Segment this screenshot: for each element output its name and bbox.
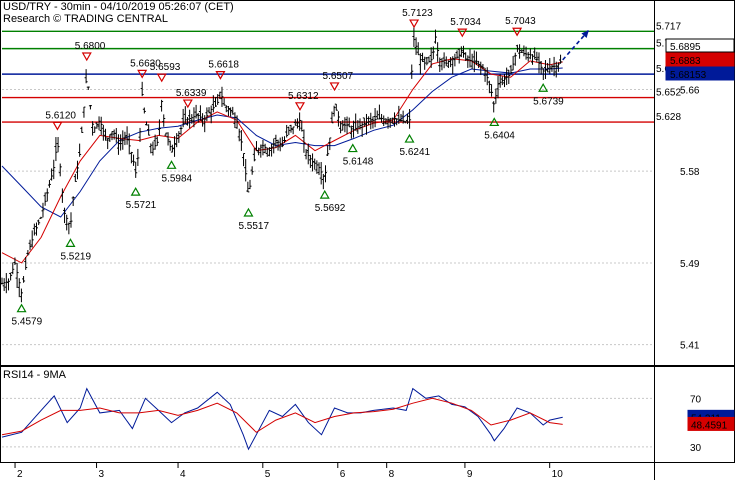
swing-high-label: 5.6593 bbox=[150, 62, 181, 73]
usdtry-chart: 5.7175.75.6755.6525.628 5.45795.61205.52… bbox=[0, 0, 735, 480]
price-tick-label: 5.41 bbox=[680, 341, 700, 352]
rsi-title: RSI14 - 9MA bbox=[3, 369, 67, 381]
swing-high-label: 5.6507 bbox=[323, 71, 354, 82]
swing-high-label: 5.7043 bbox=[505, 16, 536, 27]
swing-low-marker bbox=[166, 160, 177, 169]
swing-low-label: 5.5517 bbox=[238, 221, 269, 232]
x-tick-label: 6 bbox=[340, 469, 346, 480]
rsi-tick-label: 70 bbox=[690, 394, 702, 405]
swing-low-label: 5.5692 bbox=[315, 203, 346, 214]
swing-high-label: 5.6339 bbox=[176, 88, 207, 99]
swing-high-label: 5.6618 bbox=[208, 60, 239, 71]
swing-low-marker bbox=[16, 303, 27, 313]
swing-high-marker bbox=[409, 19, 420, 29]
swing-low-label: 5.5984 bbox=[162, 173, 193, 184]
swing-low-label: 5.5721 bbox=[126, 200, 157, 211]
price-tag-label: 5.68153 bbox=[670, 70, 707, 81]
swing-high-marker bbox=[81, 52, 92, 62]
swing-low-marker bbox=[130, 186, 141, 196]
swing-high-marker bbox=[329, 82, 340, 92]
x-tick-label: 4 bbox=[180, 469, 186, 480]
level-label: 5.652 bbox=[656, 88, 681, 99]
price-tick-label: 5.49 bbox=[680, 259, 700, 270]
swing-high-label: 5.6800 bbox=[75, 41, 106, 52]
level-label: 5.628 bbox=[656, 112, 681, 123]
swing-high-marker bbox=[294, 102, 305, 112]
price-tag-label: 5.6895 bbox=[670, 42, 701, 53]
x-tick-label: 2 bbox=[17, 469, 23, 480]
swing-low-label: 5.5219 bbox=[60, 251, 91, 262]
level-label: 5.717 bbox=[656, 21, 681, 32]
chart-source: Research © TRADING CENTRAL bbox=[3, 13, 168, 25]
swing-high-marker bbox=[156, 73, 167, 83]
swing-low-marker bbox=[65, 238, 76, 247]
swing-low-marker bbox=[404, 133, 415, 143]
x-tick-label: 3 bbox=[99, 469, 105, 480]
x-tick-label: 9 bbox=[467, 469, 473, 480]
price-tag-label: 5.6883 bbox=[670, 56, 701, 67]
rsi-pane-frame bbox=[0, 366, 735, 463]
swing-low-label: 5.6404 bbox=[484, 130, 515, 141]
swing-low-label: 5.4579 bbox=[12, 317, 43, 328]
swing-high-marker bbox=[457, 28, 468, 38]
chart-title: USD/TRY - 30min - 04/10/2019 05:26:07 (C… bbox=[3, 1, 234, 13]
swing-high-marker bbox=[52, 121, 63, 131]
rsi-line bbox=[1, 387, 563, 451]
swing-low-marker bbox=[347, 143, 358, 153]
x-tick-label: 10 bbox=[552, 469, 564, 480]
swing-low-label: 5.6241 bbox=[400, 147, 431, 158]
x-tick-label: 8 bbox=[389, 469, 395, 480]
swing-low-marker bbox=[319, 189, 330, 199]
rsi-value-label: 48.4591 bbox=[691, 420, 728, 431]
swing-high-label: 5.7034 bbox=[450, 17, 481, 28]
swing-low-label: 5.6148 bbox=[343, 157, 374, 168]
swing-low-label: 5.6739 bbox=[533, 96, 564, 107]
x-tick-label: 5 bbox=[265, 469, 271, 480]
swing-low-marker bbox=[243, 207, 254, 217]
rsi-tick-label: 30 bbox=[690, 443, 702, 454]
swing-high-label: 5.6312 bbox=[288, 91, 319, 102]
swing-high-label: 5.6120 bbox=[45, 110, 76, 121]
swing-high-marker bbox=[182, 99, 193, 109]
price-tick-label: 5.58 bbox=[680, 167, 700, 178]
swing-low-marker bbox=[538, 83, 549, 92]
price-tick-label: 5.66 bbox=[680, 85, 700, 96]
swing-high-marker bbox=[215, 71, 226, 80]
price-pane-frame bbox=[0, 0, 735, 366]
swing-high-label: 5.7123 bbox=[402, 8, 433, 19]
